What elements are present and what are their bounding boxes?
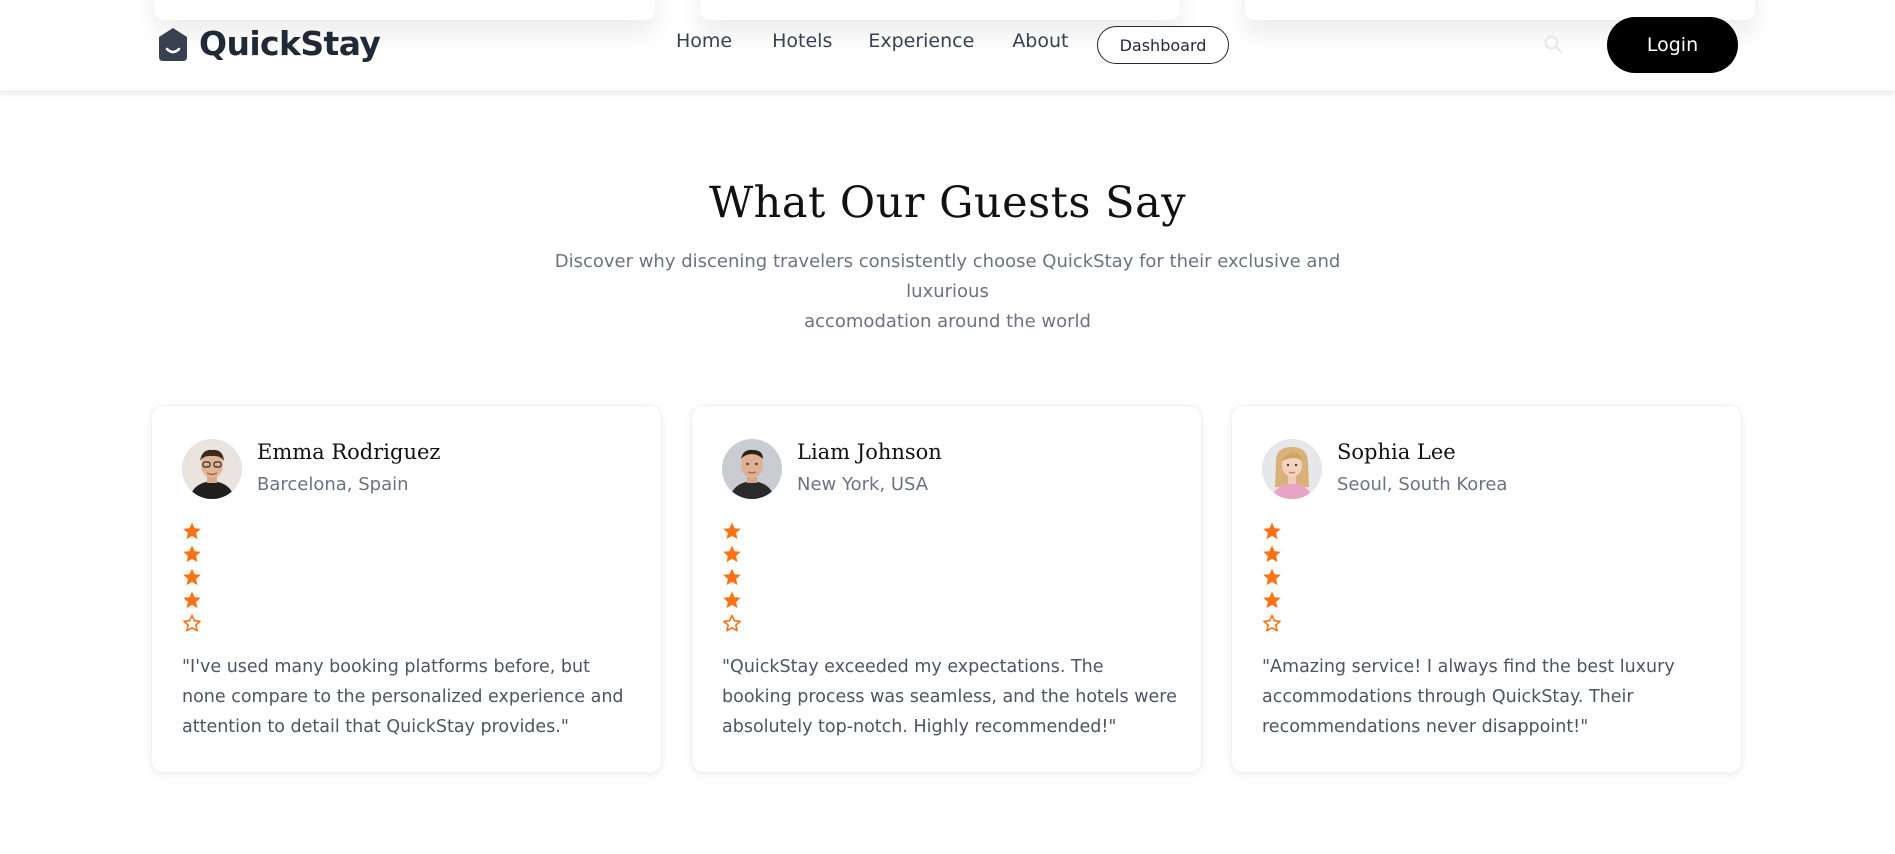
review-text: "I've used many booking platforms before… <box>182 657 624 737</box>
section-subtitle-line: accomodation around the world <box>804 311 1091 332</box>
search-button[interactable] <box>1543 34 1563 54</box>
star-rating <box>1262 521 1286 636</box>
testimonial-card: Liam Johnson New York, USA "QuickStay ex… <box>691 405 1202 773</box>
review-text: "Amazing service! I always find the best… <box>1262 657 1675 737</box>
star-filled-icon <box>183 545 201 563</box>
nav-link-experience[interactable]: Experience <box>868 30 974 52</box>
testimonial-list: Emma Rodriguez Barcelona, Spain "I've us… <box>151 405 1742 773</box>
star-filled-icon <box>1263 568 1281 586</box>
star-filled-icon <box>723 591 741 609</box>
star-rating <box>182 521 206 636</box>
login-button[interactable]: Login <box>1607 17 1738 73</box>
nav-links: Home Hotels Experience About <box>676 30 1109 52</box>
brand-name: QuickStay <box>199 24 381 63</box>
search-icon <box>1544 35 1562 53</box>
nav-link-home[interactable]: Home <box>676 30 732 52</box>
testimonial-card: Emma Rodriguez Barcelona, Spain "I've us… <box>151 405 662 773</box>
guest-location: Barcelona, Spain <box>257 474 409 495</box>
star-filled-icon <box>183 568 201 586</box>
brand-logo[interactable]: QuickStay <box>155 24 381 63</box>
avatar <box>1262 439 1322 499</box>
guest-location: New York, USA <box>797 474 929 495</box>
section-title: What Our Guests Say <box>708 178 1187 228</box>
avatar <box>722 439 782 499</box>
guest-location: Seoul, South Korea <box>1337 474 1508 495</box>
guest-name: Emma Rodriguez <box>257 440 441 464</box>
review-text: "QuickStay exceeded my expectations. The… <box>722 657 1177 737</box>
star-filled-icon <box>723 545 741 563</box>
star-filled-icon <box>1263 591 1281 609</box>
navbar: QuickStay Home Hotels Experience About D… <box>0 0 1895 92</box>
star-filled-icon <box>723 522 741 540</box>
star-outline-icon <box>1263 614 1281 632</box>
guest-name: Sophia Lee <box>1337 440 1456 464</box>
guest-name: Liam Johnson <box>797 440 942 464</box>
star-filled-icon <box>1263 545 1281 563</box>
house-smile-icon <box>159 27 187 61</box>
star-filled-icon <box>183 522 201 540</box>
avatar <box>182 439 242 499</box>
star-outline-icon <box>723 614 741 632</box>
star-filled-icon <box>183 591 201 609</box>
dashboard-button[interactable]: Dashboard <box>1097 26 1229 64</box>
section-subtitle-line: Discover why discening travelers consist… <box>554 251 1341 302</box>
nav-link-about[interactable]: About <box>1012 30 1068 52</box>
star-outline-icon <box>183 614 201 632</box>
nav-link-hotels[interactable]: Hotels <box>772 30 832 52</box>
testimonial-card: Sophia Lee Seoul, South Korea "Amazing s… <box>1231 405 1742 773</box>
star-rating <box>722 521 746 636</box>
star-filled-icon <box>723 568 741 586</box>
section-subtitle: Discover why discening travelers consist… <box>520 247 1375 337</box>
star-filled-icon <box>1263 522 1281 540</box>
